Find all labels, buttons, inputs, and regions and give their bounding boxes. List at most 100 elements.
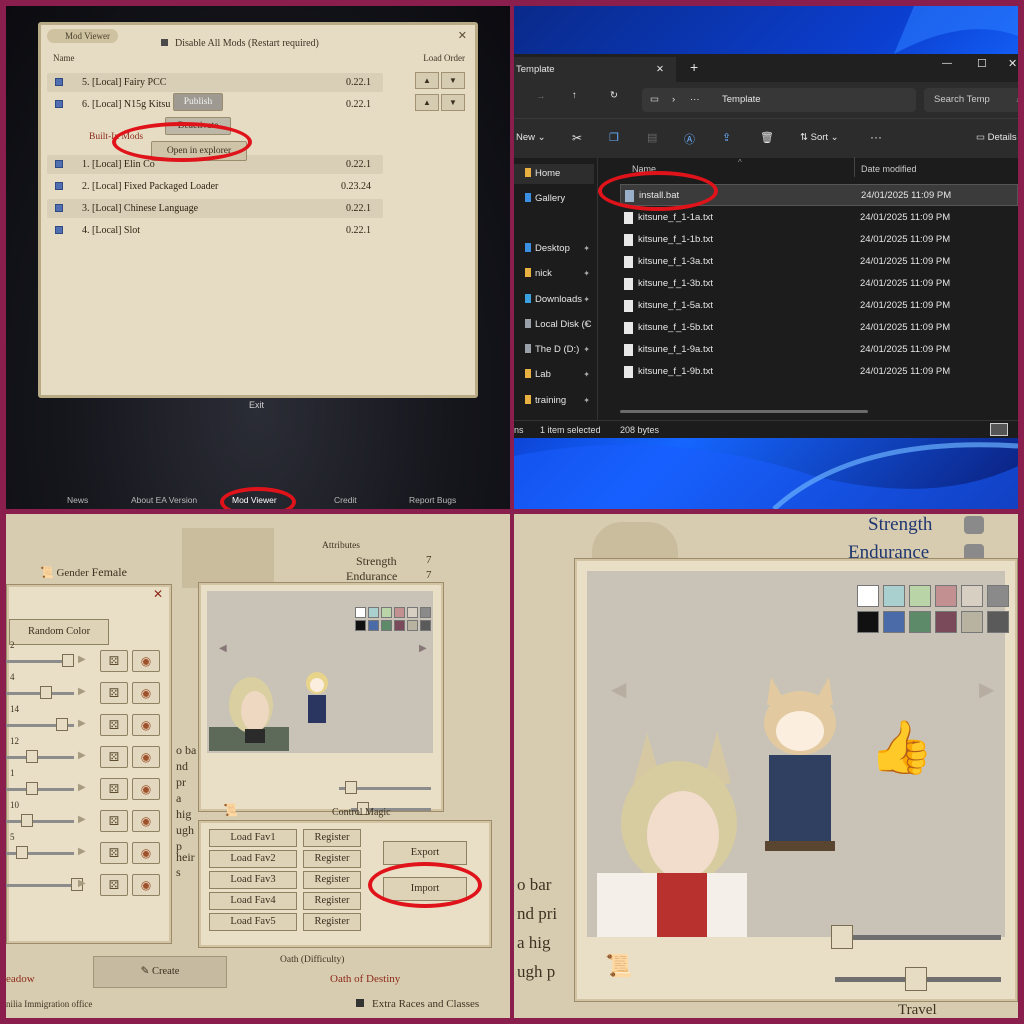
slider-knob[interactable]: [40, 686, 52, 699]
color-swatch[interactable]: [355, 607, 366, 618]
file-row[interactable]: kitsune_f_1-3b.txt 24/01/2025 11:09 PM: [620, 273, 1018, 295]
details-view-icon[interactable]: [990, 423, 1008, 436]
load-fav-button[interactable]: Load Fav1: [209, 829, 297, 847]
share-icon[interactable]: ⇪: [722, 131, 731, 144]
arrow-right-icon[interactable]: ▶: [78, 846, 86, 857]
slider-knob[interactable]: [16, 846, 28, 859]
color-swatch[interactable]: [961, 611, 983, 633]
load-fav-button[interactable]: Load Fav3: [209, 871, 297, 889]
copy-icon[interactable]: ❐: [609, 131, 619, 144]
arrow-right-icon[interactable]: ▶: [979, 677, 994, 702]
load-fav-button[interactable]: Load Fav4: [209, 892, 297, 910]
color-swatch[interactable]: [935, 585, 957, 607]
menu-credit[interactable]: Credit: [334, 495, 357, 505]
publish-button[interactable]: Publish: [173, 93, 223, 111]
scroll-icon[interactable]: 📜: [605, 953, 632, 979]
arrow-left-icon[interactable]: ◀: [219, 643, 227, 654]
color-swatch[interactable]: [368, 607, 379, 618]
new-button[interactable]: New ⌄: [516, 132, 546, 143]
file-row[interactable]: kitsune_f_1-5b.txt 24/01/2025 11:09 PM: [620, 317, 1018, 339]
nav-item-local-disk[interactable]: Local Disk (C ✦: [514, 315, 594, 335]
maximize-icon[interactable]: ☐: [977, 57, 987, 70]
forward-icon[interactable]: →: [536, 91, 546, 102]
dice-icon[interactable]: ⚄: [100, 842, 128, 864]
dice-icon[interactable]: ⚄: [100, 778, 128, 800]
file-row[interactable]: kitsune_f_1-9a.txt 24/01/2025 11:09 PM: [620, 339, 1018, 361]
random-color-button[interactable]: Random Color: [9, 619, 109, 645]
slider-knob[interactable]: [905, 967, 927, 991]
color-swatch[interactable]: [883, 585, 905, 607]
arrow-right-icon[interactable]: ▶: [78, 686, 86, 697]
dice-icon[interactable]: ⚄: [100, 650, 128, 672]
color-swatch[interactable]: [420, 607, 431, 618]
color-swatch[interactable]: [381, 620, 392, 631]
dice-icon[interactable]: ⚄: [100, 714, 128, 736]
move-down-button[interactable]: ▼: [441, 94, 465, 111]
tab-template[interactable]: Template ✕: [514, 57, 676, 82]
more-options-icon[interactable]: ···: [870, 130, 882, 144]
color-slider[interactable]: [6, 884, 74, 887]
file-row[interactable]: kitsune_f_1-1b.txt 24/01/2025 11:09 PM: [620, 229, 1018, 251]
arrow-right-icon[interactable]: ▶: [78, 814, 86, 825]
palette-icon[interactable]: ◉: [132, 682, 160, 704]
color-swatch[interactable]: [857, 611, 879, 633]
register-button[interactable]: Register: [303, 850, 361, 868]
close-icon[interactable]: ✕: [656, 57, 664, 82]
nav-item-d-drive[interactable]: The D (D:) ✦: [514, 340, 594, 360]
color-swatch[interactable]: [935, 611, 957, 633]
load-fav-button[interactable]: Load Fav5: [209, 913, 297, 931]
create-button[interactable]: ✎ Create: [93, 956, 227, 988]
color-swatch[interactable]: [381, 607, 392, 618]
color-swatch[interactable]: [909, 611, 931, 633]
menu-about[interactable]: About EA Version: [131, 495, 197, 505]
palette-icon[interactable]: ◉: [132, 874, 160, 896]
register-button[interactable]: Register: [303, 913, 361, 931]
arrow-right-icon[interactable]: ▶: [419, 643, 427, 654]
color-swatch[interactable]: [420, 620, 431, 631]
color-swatch[interactable]: [857, 585, 879, 607]
color-swatch[interactable]: [987, 585, 1009, 607]
color-slider[interactable]: [6, 820, 74, 823]
delete-icon[interactable]: 🗑: [760, 131, 774, 144]
color-slider[interactable]: [6, 756, 74, 759]
sort-button[interactable]: ⇅ Sort ⌄: [800, 132, 839, 143]
load-fav-button[interactable]: Load Fav2: [209, 850, 297, 868]
column-date-modified[interactable]: Date modified: [861, 164, 917, 174]
disable-all-mods-checkbox[interactable]: Disable All Mods (Restart required): [161, 38, 319, 49]
dice-icon[interactable]: ⚄: [100, 874, 128, 896]
arrow-left-icon[interactable]: ◀: [611, 677, 626, 702]
new-tab-icon[interactable]: +: [690, 59, 698, 75]
nav-item-nick[interactable]: nick ✦: [514, 264, 594, 284]
cut-icon[interactable]: ✂: [572, 131, 582, 145]
slider-knob[interactable]: [831, 925, 853, 949]
slider-knob[interactable]: [56, 718, 68, 731]
details-button[interactable]: ▭ Details: [976, 132, 1017, 143]
file-row[interactable]: kitsune_f_1-1a.txt 24/01/2025 11:09 PM: [620, 207, 1018, 229]
palette-icon[interactable]: ◉: [132, 714, 160, 736]
mod-row[interactable]: 4. [Local] Slot 0.22.1: [47, 221, 383, 240]
nav-item-lab[interactable]: Lab ✦: [514, 365, 594, 385]
nav-item-home[interactable]: Home: [514, 164, 594, 184]
nav-item-desktop[interactable]: Desktop ✦: [514, 239, 594, 259]
mod-row[interactable]: 5. [Local] Fairy PCC 0.22.1: [47, 73, 383, 92]
close-icon[interactable]: ✕: [153, 587, 163, 602]
slider-knob[interactable]: [21, 814, 33, 827]
file-row[interactable]: kitsune_f_1-5a.txt 24/01/2025 11:09 PM: [620, 295, 1018, 317]
color-swatch[interactable]: [961, 585, 983, 607]
dice-icon[interactable]: ⚄: [100, 682, 128, 704]
close-window-icon[interactable]: ✕: [1008, 57, 1017, 70]
palette-icon[interactable]: ◉: [132, 842, 160, 864]
gender-row[interactable]: 📜 Gender Female: [40, 565, 127, 580]
arrow-right-icon[interactable]: ▶: [78, 718, 86, 729]
color-swatch[interactable]: [407, 620, 418, 631]
more-icon[interactable]: ···: [690, 88, 700, 112]
palette-icon[interactable]: ◉: [132, 778, 160, 800]
close-icon[interactable]: ✕: [458, 29, 467, 42]
nav-item-training[interactable]: training ✦: [514, 391, 594, 411]
palette-icon[interactable]: ◉: [132, 650, 160, 672]
dice-icon[interactable]: ⚄: [100, 810, 128, 832]
arrow-right-icon[interactable]: ▶: [78, 750, 86, 761]
slider-knob[interactable]: [62, 654, 74, 667]
exit-button[interactable]: Exit: [249, 400, 264, 410]
scroll-icon[interactable]: 📜: [223, 803, 238, 818]
